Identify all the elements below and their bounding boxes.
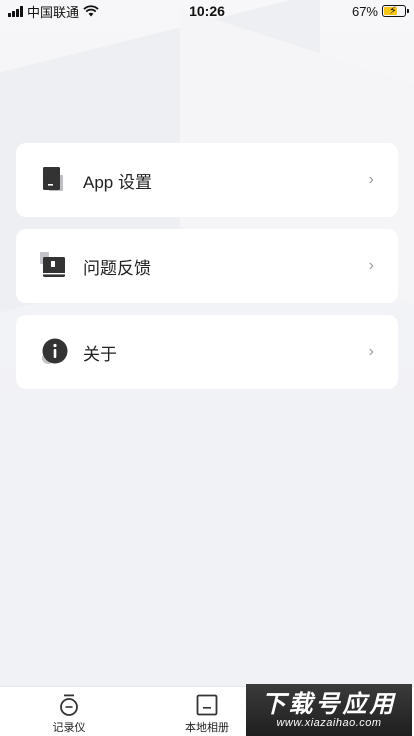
status-right: 67% ⚡ [351,3,409,19]
status-bar: 中国联通 10:26 67% ⚡ [0,0,414,22]
tab-label: 本地相册 [185,722,229,734]
carrier-label: 中国联通 [27,4,80,20]
watermark-url: www.xiazaihao.com [276,717,382,729]
menu-item-label: 关于 [83,344,117,364]
tab-label: 记录仪 [52,722,86,734]
feedback-book-icon [40,252,65,277]
chevron-right-icon: › [368,343,374,360]
settings-menu: App 设置 › 问题反馈 › 关于 › [16,143,398,401]
app-settings-icon [43,167,63,191]
menu-item-about[interactable]: 关于 › [16,315,398,389]
status-left: 中国联通 [8,2,99,21]
battery-percent: 67% [351,3,378,19]
watermark-title: 下载号应用 [261,690,397,718]
chevron-right-icon: › [368,257,374,274]
signal-icon [8,5,23,17]
menu-item-label: App 设置 [83,172,152,192]
menu-item-app-settings[interactable]: App 设置 › [16,143,398,217]
album-icon [196,694,218,716]
tab-recorder[interactable]: 记录仪 [0,687,138,736]
menu-item-feedback[interactable]: 问题反馈 › [16,229,398,303]
recorder-icon [60,694,78,716]
info-icon [42,338,68,364]
battery-icon: ⚡ [382,5,409,17]
chevron-right-icon: › [368,171,374,188]
wifi-icon [83,5,99,17]
menu-item-label: 问题反馈 [83,258,151,278]
watermark-logo: 下载号应用 www.xiazaihao.com [246,684,412,736]
status-time: 10:26 [189,3,225,19]
charging-bolt-icon: ⚡ [389,5,397,17]
